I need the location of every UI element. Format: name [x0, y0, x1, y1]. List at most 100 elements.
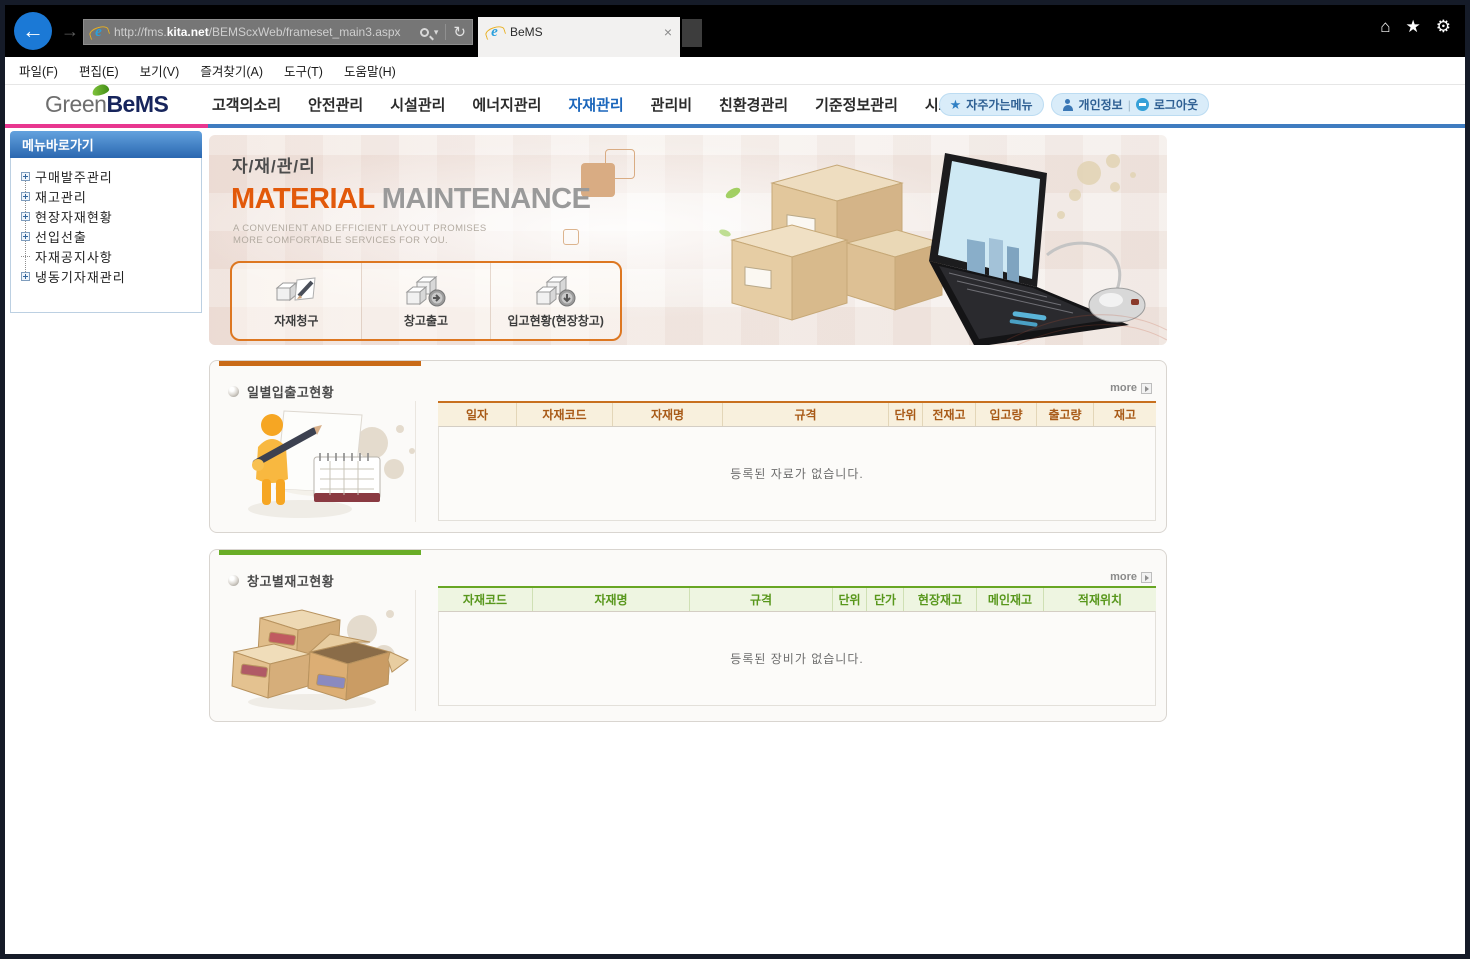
browser-tab[interactable]: e BeMS ×	[478, 17, 680, 57]
quick-button-receiving-status[interactable]: 입고현황(현장창고)	[491, 263, 620, 339]
url-text: http://fms.kita.net/BEMScxWeb/frameset_m…	[114, 25, 416, 39]
col-header: 입고량	[976, 403, 1037, 426]
expand-icon[interactable]	[21, 272, 30, 281]
new-tab-button[interactable]	[682, 19, 702, 47]
expand-icon[interactable]	[21, 232, 30, 241]
nav-item-material[interactable]: 자재관리	[568, 94, 623, 115]
warehouse-release-icon	[403, 274, 449, 308]
nav-item-energy[interactable]: 에너지관리	[472, 94, 541, 115]
section-title: 창고별재고현황	[247, 571, 334, 590]
search-icon[interactable]	[420, 28, 429, 37]
logout-button[interactable]: 로그아웃	[1154, 96, 1198, 113]
refresh-icon[interactable]: ↻	[453, 23, 466, 41]
empty-message: 등록된 장비가 없습니다.	[730, 650, 863, 667]
menu-help[interactable]: 도움말(H)	[344, 61, 396, 80]
forward-button[interactable]: →	[61, 21, 79, 42]
sidebar-item-fifo[interactable]: 선입선출	[21, 226, 197, 246]
home-icon[interactable]: ⌂	[1380, 18, 1390, 35]
sidebar-item-material-notice[interactable]: 자재공지사항	[21, 246, 197, 266]
quick-button-material-request[interactable]: 자재청구	[232, 263, 362, 339]
star-icon: ★	[950, 97, 962, 113]
section-title: 일별입출고현황	[247, 382, 334, 401]
empty-message: 등록된 자료가 없습니다.	[730, 465, 863, 482]
back-button[interactable]: ←	[14, 12, 52, 50]
caret-down-icon[interactable]: ▾	[434, 27, 439, 38]
col-header: 현장재고	[904, 588, 977, 611]
divider: |	[1128, 98, 1131, 112]
main-nav: 고객의소리 안전관리 시설관리 에너지관리 자재관리 관리비 친환경관리 기준정…	[212, 85, 994, 124]
personal-info-button[interactable]: 개인정보	[1079, 96, 1123, 113]
col-header: 단위	[889, 403, 923, 426]
address-bar[interactable]: e http://fms.kita.net/BEMScxWeb/frameset…	[83, 19, 473, 45]
sidebar: 메뉴바로가기 구매발주관리 재고관리 현장자재현황 선입선출	[10, 131, 202, 313]
logo[interactable]: GreenBeMS	[45, 91, 168, 118]
col-header: 적재위치	[1044, 588, 1156, 611]
divider	[445, 24, 446, 40]
accent-bar	[219, 550, 421, 555]
col-header: 단위	[833, 588, 867, 611]
ie-icon: e	[90, 24, 107, 41]
expand-icon[interactable]	[21, 212, 30, 221]
page-banner: 자/재/관/리 MATERIAL MAINTENANCE A CONVENIEN…	[209, 135, 1167, 345]
daily-inout-table: 일자 자재코드 자재명 규격 단위 전재고 입고량 출고량 재고 등록된 자료가…	[438, 401, 1156, 521]
boxes-laptop-illustration	[717, 135, 1167, 345]
table-empty-body: 등록된 장비가 없습니다.	[438, 611, 1156, 706]
col-header: 자재명	[613, 403, 723, 426]
col-header: 자재코드	[517, 403, 613, 426]
material-request-icon	[273, 274, 319, 308]
nav-item-eco[interactable]: 친환경관리	[719, 94, 788, 115]
more-link-warehouse-stock[interactable]: more	[1110, 571, 1152, 583]
utility-links: ★ 자주가는메뉴 개인정보 | 로그아웃	[939, 93, 1209, 116]
expand-icon[interactable]	[21, 192, 30, 201]
tab-title: BeMS	[510, 25, 664, 39]
menu-tools[interactable]: 도구(T)	[284, 61, 323, 80]
menu-bar: 파일(F) 편집(E) 보기(V) 즐겨찾기(A) 도구(T) 도움말(H)	[5, 57, 1465, 85]
back-icon: ←	[22, 18, 44, 44]
browser-chrome: ← → e http://fms.kita.net/BEMScxWeb/fram…	[5, 5, 1465, 57]
logout-icon	[1136, 98, 1149, 111]
header-divider	[5, 124, 1465, 128]
sidebar-item-purchase-order[interactable]: 구매발주관리	[21, 166, 197, 186]
banner-title-kr: 자/재/관/리	[232, 152, 316, 177]
warehouse-stock-table: 자재코드 자재명 규격 단위 단가 현장재고 메인재고 적재위치 등록된 장비가…	[438, 586, 1156, 706]
col-header: 단가	[867, 588, 904, 611]
nav-item-baseinfo[interactable]: 기준정보관리	[815, 94, 898, 115]
more-link-daily-inout[interactable]: more	[1110, 382, 1152, 394]
section-warehouse-stock: 창고별재고현황 more	[209, 549, 1167, 722]
col-header: 자재코드	[438, 588, 533, 611]
sidebar-item-site-material[interactable]: 현장자재현황	[21, 206, 197, 226]
expand-icon[interactable]	[21, 172, 30, 181]
settings-gear-icon[interactable]: ⚙	[1436, 18, 1451, 35]
menu-file[interactable]: 파일(F)	[19, 61, 58, 80]
col-header: 자재명	[533, 588, 690, 611]
sidebar-item-freezer-material[interactable]: 냉동기자재관리	[21, 266, 197, 286]
menu-edit[interactable]: 편집(E)	[79, 61, 119, 80]
col-header: 전재고	[923, 403, 976, 426]
section-daily-inout: 일별입출고현황 more	[209, 360, 1167, 533]
tab-close-icon[interactable]: ×	[664, 24, 672, 40]
quick-button-warehouse-release[interactable]: 창고출고	[362, 263, 492, 339]
menu-favorites[interactable]: 즐겨찾기(A)	[200, 61, 263, 80]
site-header: GreenBeMS 고객의소리 안전관리 시설관리 에너지관리 자재관리 관리비…	[5, 85, 1465, 124]
menu-view[interactable]: 보기(V)	[140, 61, 180, 80]
sidebar-item-inventory[interactable]: 재고관리	[21, 186, 197, 206]
nav-item-fees[interactable]: 관리비	[651, 94, 692, 115]
favorite-menu-button[interactable]: ★ 자주가는메뉴	[939, 93, 1044, 116]
nav-item-facility[interactable]: 시설관리	[390, 94, 445, 115]
more-arrow-icon	[1141, 383, 1152, 394]
col-header: 메인재고	[977, 588, 1044, 611]
sidebar-title: 메뉴바로가기	[10, 131, 202, 158]
tree-dash	[21, 256, 30, 257]
person-icon	[1062, 99, 1074, 111]
boxes-illustration	[222, 590, 422, 712]
favorites-star-icon[interactable]: ★	[1406, 18, 1421, 35]
quick-menu: 자재청구 창고출고	[230, 261, 622, 341]
banner-title-en: MATERIAL MAINTENANCE	[231, 183, 590, 216]
nav-item-safety[interactable]: 안전관리	[308, 94, 363, 115]
banner-subtitle: A CONVENIENT AND EFFICIENT LAYOUT PROMIS…	[233, 223, 487, 247]
ie-icon: e	[486, 24, 503, 41]
table-header-row: 일자 자재코드 자재명 규격 단위 전재고 입고량 출고량 재고	[438, 401, 1156, 426]
table-header-row: 자재코드 자재명 규격 단위 단가 현장재고 메인재고 적재위치	[438, 586, 1156, 611]
nav-item-voice[interactable]: 고객의소리	[212, 94, 281, 115]
table-empty-body: 등록된 자료가 없습니다.	[438, 426, 1156, 521]
